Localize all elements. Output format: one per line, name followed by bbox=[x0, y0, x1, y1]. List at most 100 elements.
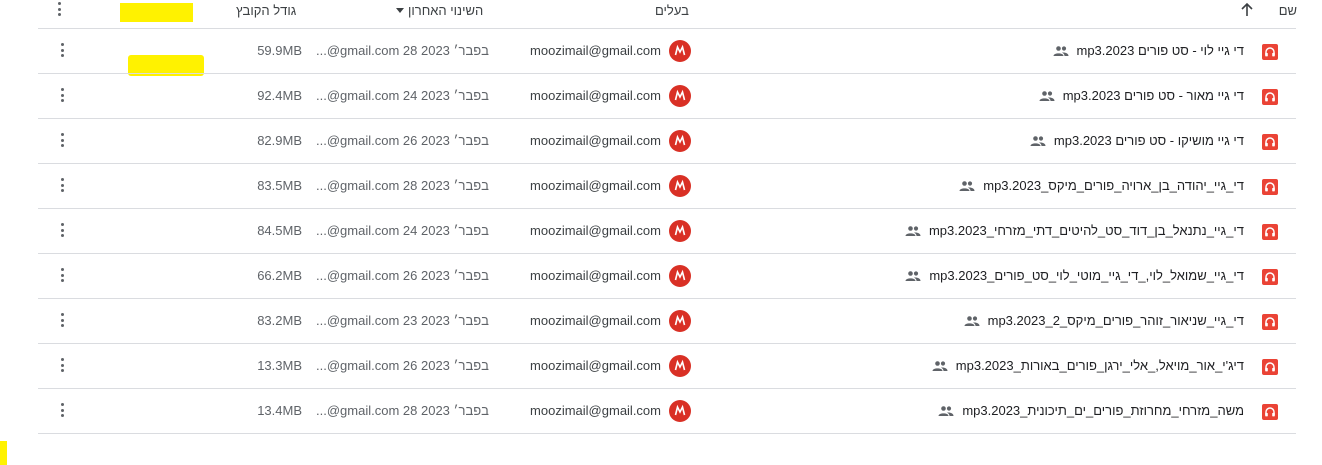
row-more-actions-icon[interactable] bbox=[58, 178, 66, 194]
shared-people-icon bbox=[938, 405, 954, 416]
owner-avatar bbox=[669, 175, 691, 197]
file-name[interactable]: די_גיי_נתנאל_בן_דוד_סט_להיטים_דתי_מזרחי_… bbox=[905, 223, 1244, 238]
row-more-actions-icon[interactable] bbox=[58, 313, 66, 329]
file-row[interactable]: 92.4MB ...@gmail.com 24 בפבר׳ 2023 moozi… bbox=[0, 74, 1322, 119]
file-size: 13.4MB bbox=[257, 403, 302, 418]
file-name-text: די גיי לוי - סט פורים mp3.2023 bbox=[1076, 43, 1245, 58]
last-modified: ...@gmail.com 28 בפבר׳ 2023 bbox=[316, 403, 489, 418]
file-row[interactable]: 82.9MB ...@gmail.com 26 בפבר׳ 2023 moozi… bbox=[0, 119, 1322, 164]
owner-avatar bbox=[669, 40, 691, 62]
row-more-actions-icon[interactable] bbox=[58, 133, 66, 149]
file-name[interactable]: די_גיי_שמואל_לוי,_די_גיי_מוטי_לוי_סט_פור… bbox=[905, 268, 1244, 283]
owner-avatar bbox=[669, 355, 691, 377]
shared-people-icon bbox=[964, 315, 980, 326]
shared-people-icon bbox=[932, 360, 948, 371]
owner-avatar bbox=[669, 265, 691, 287]
file-name[interactable]: די_גיי_שניאור_זוהר_פורים_מיקס_2_mp3.2023 bbox=[964, 313, 1244, 328]
file-size: 66.2MB bbox=[257, 268, 302, 283]
owner-logo-icon bbox=[674, 89, 686, 101]
modified-by: ...@gmail.com bbox=[316, 43, 400, 58]
file-row[interactable]: 13.4MB ...@gmail.com 28 בפבר׳ 2023 moozi… bbox=[0, 389, 1322, 434]
last-modified: ...@gmail.com 26 בפבר׳ 2023 bbox=[316, 133, 489, 148]
row-more-actions-icon[interactable] bbox=[58, 88, 66, 104]
audio-file-icon bbox=[1262, 359, 1278, 375]
column-header-size[interactable]: גודל הקובץ bbox=[236, 3, 296, 18]
owner-logo-icon bbox=[674, 359, 686, 371]
column-header-name[interactable]: שם bbox=[1279, 3, 1297, 18]
modified-by: ...@gmail.com bbox=[316, 178, 400, 193]
owner-avatar bbox=[669, 220, 691, 242]
file-row[interactable]: 13.3MB ...@gmail.com 26 בפבר׳ 2023 moozi… bbox=[0, 344, 1322, 389]
owner-email: moozimail@gmail.com bbox=[530, 133, 661, 148]
owner-email: moozimail@gmail.com bbox=[530, 178, 661, 193]
last-modified: ...@gmail.com 26 בפבר׳ 2023 bbox=[316, 358, 489, 373]
last-modified: ...@gmail.com 24 בפבר׳ 2023 bbox=[316, 223, 489, 238]
file-name[interactable]: דיג'י_אור_מויאל,_אלי_ירגן_פורים_באורות_m… bbox=[932, 358, 1244, 373]
file-row[interactable]: 83.2MB ...@gmail.com 23 בפבר׳ 2023 moozi… bbox=[0, 299, 1322, 344]
file-row[interactable]: 59.9MB ...@gmail.com 28 בפבר׳ 2023 moozi… bbox=[0, 29, 1322, 74]
row-more-actions-icon[interactable] bbox=[58, 223, 66, 239]
owner-logo-icon bbox=[674, 269, 686, 281]
file-name-text: די_גיי_שניאור_זוהר_פורים_מיקס_2_mp3.2023 bbox=[987, 313, 1244, 328]
file-name-text: די_גיי_נתנאל_בן_דוד_סט_להיטים_דתי_מזרחי_… bbox=[928, 223, 1244, 238]
dropdown-caret-icon bbox=[396, 8, 404, 13]
column-header-modified[interactable]: השינוי האחרון bbox=[396, 3, 483, 18]
file-row[interactable]: 66.2MB ...@gmail.com 26 בפבר׳ 2023 moozi… bbox=[0, 254, 1322, 299]
modified-by: ...@gmail.com bbox=[316, 313, 400, 328]
modified-date: 28 בפבר׳ 2023 bbox=[402, 43, 489, 58]
redaction-highlight bbox=[0, 441, 7, 465]
file-size: 84.5MB bbox=[257, 223, 302, 238]
file-name-text: די_גיי_יהודה_בן_ארויה_פורים_מיקס_mp3.202… bbox=[983, 178, 1244, 193]
row-more-actions-icon[interactable] bbox=[58, 43, 66, 59]
owner-avatar bbox=[669, 130, 691, 152]
audio-file-icon bbox=[1262, 404, 1278, 420]
file-row[interactable]: 84.5MB ...@gmail.com 24 בפבר׳ 2023 moozi… bbox=[0, 209, 1322, 254]
row-more-actions-icon[interactable] bbox=[58, 358, 66, 374]
owner-email: moozimail@gmail.com bbox=[530, 358, 661, 373]
file-name[interactable]: די_גיי_יהודה_בן_ארויה_פורים_מיקס_mp3.202… bbox=[959, 178, 1244, 193]
modified-by: ...@gmail.com bbox=[316, 358, 400, 373]
last-modified: ...@gmail.com 26 בפבר׳ 2023 bbox=[316, 268, 489, 283]
modified-by: ...@gmail.com bbox=[316, 88, 400, 103]
file-name[interactable]: די גיי מאור - סט פורים mp3.2023 bbox=[1039, 88, 1244, 103]
row-more-actions-icon[interactable] bbox=[58, 403, 66, 419]
owner-avatar bbox=[669, 400, 691, 422]
file-name[interactable]: משה_מזרחי_מחרוזת_פורים_ים_תיכונית_mp3.20… bbox=[938, 403, 1244, 418]
owner-email: moozimail@gmail.com bbox=[530, 313, 661, 328]
owner-logo-icon bbox=[674, 404, 686, 416]
modified-by: ...@gmail.com bbox=[316, 268, 400, 283]
file-name-text: דיג'י_אור_מויאל,_אלי_ירגן_פורים_באורות_m… bbox=[955, 358, 1244, 373]
file-name[interactable]: די גיי מושיקו - סט פורים mp3.2023 bbox=[1030, 133, 1244, 148]
column-header-owner[interactable]: בעלים bbox=[655, 3, 689, 18]
owner-email: moozimail@gmail.com bbox=[530, 268, 661, 283]
audio-file-icon bbox=[1262, 224, 1278, 240]
audio-file-icon bbox=[1262, 179, 1278, 195]
sort-ascending-icon[interactable] bbox=[1240, 2, 1254, 18]
audio-file-icon bbox=[1262, 44, 1278, 60]
file-size: 92.4MB bbox=[257, 88, 302, 103]
modified-date: 28 בפבר׳ 2023 bbox=[402, 178, 489, 193]
modified-date: 28 בפבר׳ 2023 bbox=[402, 403, 489, 418]
owner-avatar bbox=[669, 85, 691, 107]
shared-people-icon bbox=[1039, 90, 1055, 101]
audio-file-icon bbox=[1262, 314, 1278, 330]
file-name-text: די_גיי_שמואל_לוי,_די_גיי_מוטי_לוי_סט_פור… bbox=[929, 268, 1244, 283]
column-header-modified-label: השינוי האחרון bbox=[408, 3, 484, 18]
owner-logo-icon bbox=[674, 224, 686, 236]
owner-logo-icon bbox=[674, 314, 686, 326]
owner-email: moozimail@gmail.com bbox=[530, 223, 661, 238]
row-divider bbox=[38, 433, 1296, 434]
last-modified: ...@gmail.com 24 בפבר׳ 2023 bbox=[316, 88, 489, 103]
file-row[interactable]: 83.5MB ...@gmail.com 28 בפבר׳ 2023 moozi… bbox=[0, 164, 1322, 209]
modified-by: ...@gmail.com bbox=[316, 133, 400, 148]
file-name[interactable]: די גיי לוי - סט פורים mp3.2023 bbox=[1053, 43, 1245, 58]
owner-email: moozimail@gmail.com bbox=[530, 88, 661, 103]
owner-logo-icon bbox=[674, 179, 686, 191]
more-options-icon[interactable] bbox=[58, 2, 61, 19]
file-name-text: די גיי מושיקו - סט פורים mp3.2023 bbox=[1053, 133, 1244, 148]
modified-date: 26 בפבר׳ 2023 bbox=[402, 133, 489, 148]
shared-people-icon bbox=[905, 225, 921, 236]
file-size: 83.2MB bbox=[257, 313, 302, 328]
file-name-text: משה_מזרחי_מחרוזת_פורים_ים_תיכונית_mp3.20… bbox=[962, 403, 1244, 418]
row-more-actions-icon[interactable] bbox=[58, 268, 66, 284]
